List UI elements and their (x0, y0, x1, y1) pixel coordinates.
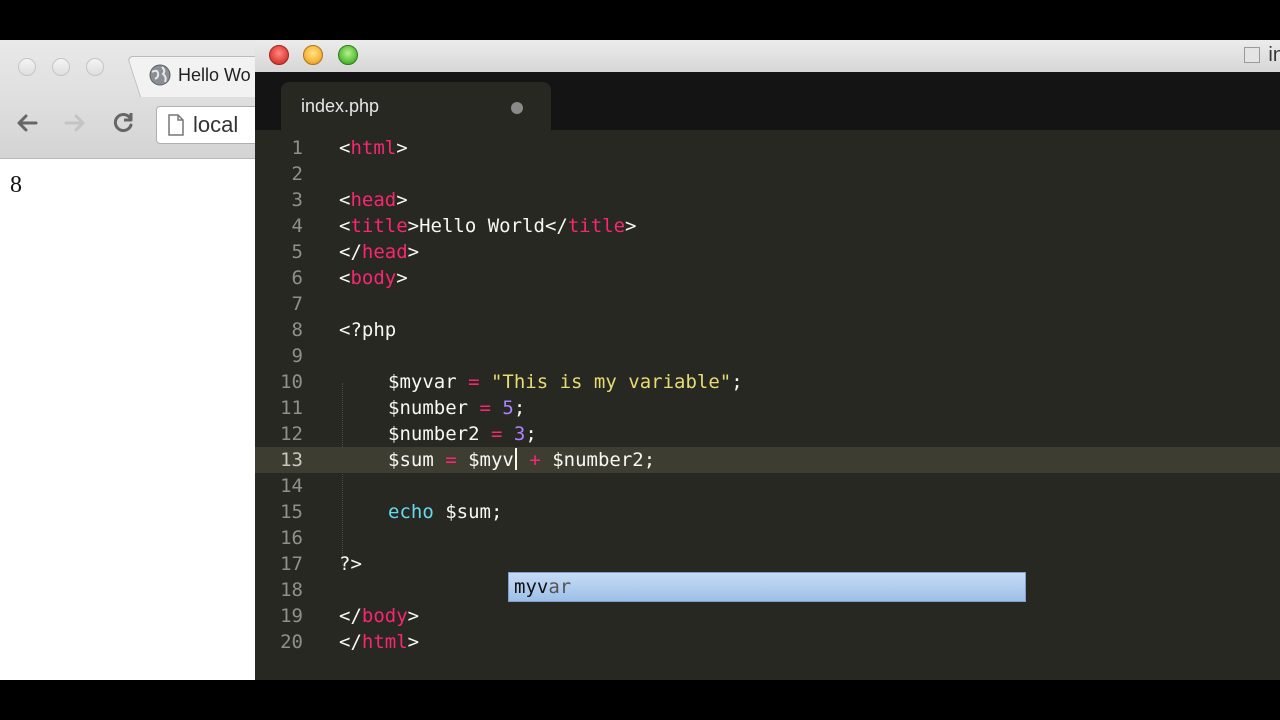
code-text: $myvar = "This is my variable"; (388, 371, 743, 393)
line-number: 18 (280, 579, 303, 601)
browser-close-button[interactable] (18, 58, 36, 76)
code-text: <body> (339, 267, 408, 289)
document-proxy-icon (1244, 47, 1260, 63)
code-text: echo $sum; (388, 501, 503, 523)
line-number: 19 (280, 605, 303, 627)
zoom-button[interactable] (338, 45, 358, 65)
reload-icon (113, 113, 133, 132)
code-line: 14 (255, 473, 1280, 499)
code-line: 5 </head> (255, 239, 1280, 265)
line-number: 1 (291, 137, 303, 159)
line-number: 5 (291, 241, 303, 263)
tab-bar: index.php (255, 72, 1280, 130)
browser-tab-title: Hello Wo (178, 64, 251, 85)
line-number: 16 (280, 527, 303, 549)
tab-label: index.php (301, 96, 380, 116)
code-text: <title>Hello World</title> (339, 215, 637, 237)
line-number: 2 (291, 163, 303, 185)
window-title-partial: in (1268, 44, 1280, 66)
line-number: 3 (291, 189, 303, 211)
code-line: 20 </html> (255, 629, 1280, 655)
code-line: 15 echo $sum; (255, 499, 1280, 525)
current-code-line: 13 $sum = $myv + $number2; (255, 447, 1280, 473)
arrow-right-icon (64, 114, 85, 132)
document-icon (168, 114, 184, 136)
code-line: 10 $myvar = "This is my variable"; (255, 369, 1280, 395)
page-output-text: 8 (10, 172, 22, 198)
globe-icon (149, 64, 171, 86)
line-number: 20 (280, 631, 303, 653)
text-cursor (514, 448, 517, 470)
line-number: 8 (291, 319, 303, 341)
line-number: 9 (291, 345, 303, 367)
address-text: local (193, 112, 239, 137)
address-bar[interactable]: local (156, 106, 260, 144)
code-line: 2 (255, 161, 1280, 187)
minimize-button[interactable] (303, 45, 323, 65)
editor-window: in index.php 1 <html> 2 3 <head> 4 <titl… (255, 40, 1280, 680)
browser-minimize-button[interactable] (52, 58, 70, 76)
line-number: 12 (280, 423, 303, 445)
code-text: ?> (339, 553, 362, 575)
line-number: 14 (280, 475, 303, 497)
close-button[interactable] (269, 45, 289, 65)
code-line: 9 (255, 343, 1280, 369)
browser-window: Hello Wo local 8 (0, 40, 260, 680)
code-text: <html> (339, 137, 408, 159)
code-line: 19 </body> (255, 603, 1280, 629)
browser-toolbar: Hello Wo local (0, 40, 260, 159)
back-button[interactable] (10, 106, 44, 140)
code-text: </body> (339, 605, 420, 627)
line-number: 11 (280, 397, 303, 419)
code-line: 6 <body> (255, 265, 1280, 291)
reload-button[interactable] (106, 106, 140, 140)
code-text: </head> (339, 241, 420, 263)
code-text: <head> (339, 189, 408, 211)
forward-button[interactable] (58, 106, 92, 140)
code-text: $number2 = 3; (388, 423, 537, 445)
code-text: $sum = $myv + $number2; (388, 448, 656, 471)
line-number: 17 (280, 553, 303, 575)
browser-maximize-button[interactable] (86, 58, 104, 76)
editor-titlebar: in (255, 40, 1280, 73)
code-text: <?php (339, 319, 397, 341)
code-line: 8 <?php (255, 317, 1280, 343)
code-line: 7 (255, 291, 1280, 317)
autocomplete-suggestion[interactable]: myvar (508, 572, 1026, 602)
tab-index-php[interactable]: index.php (281, 82, 551, 130)
arrow-left-icon (17, 114, 38, 132)
code-line: 1 <html> (255, 135, 1280, 161)
code-line: 4 <title>Hello World</title> (255, 213, 1280, 239)
unsaved-dot-icon[interactable] (511, 102, 523, 114)
line-number: 6 (291, 267, 303, 289)
line-number: 4 (291, 215, 303, 237)
code-text: $number = 5; (388, 397, 526, 419)
line-number: 15 (280, 501, 303, 523)
code-line: 11 $number = 5; (255, 395, 1280, 421)
code-line: 16 (255, 525, 1280, 551)
line-number: 10 (280, 371, 303, 393)
code-line: 12 $number2 = 3; (255, 421, 1280, 447)
line-number: 7 (291, 293, 303, 315)
line-number: 13 (280, 449, 303, 471)
code-text: </html> (339, 631, 420, 653)
code-line: 3 <head> (255, 187, 1280, 213)
